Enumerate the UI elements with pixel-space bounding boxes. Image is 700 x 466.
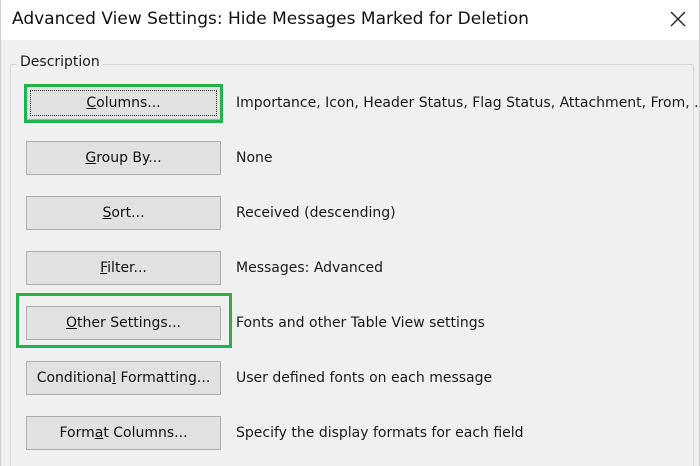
conditional-formatting-description: User defined fonts on each message	[236, 370, 493, 386]
format-columns-row: Format Columns... Specify the display fo…	[26, 416, 686, 450]
group-by-row: Group By... None	[26, 141, 686, 175]
sort-button[interactable]: Sort...	[26, 196, 221, 230]
description-group-label: Description	[17, 54, 103, 70]
sort-description: Received (descending)	[236, 205, 396, 221]
other-settings-row: Other Settings... Fonts and other Table …	[26, 306, 686, 340]
group-by-button[interactable]: Group By...	[26, 141, 221, 175]
sort-row: Sort... Received (descending)	[26, 196, 686, 230]
conditional-formatting-row: Conditional Formatting... User defined f…	[26, 361, 686, 395]
filter-description: Messages: Advanced	[236, 260, 383, 276]
conditional-formatting-button[interactable]: Conditional Formatting...	[26, 361, 221, 395]
columns-row: Columns... Importance, Icon, Header Stat…	[26, 86, 700, 120]
columns-description: Importance, Icon, Header Status, Flag St…	[236, 95, 700, 111]
title-bar: Advanced View Settings: Hide Messages Ma…	[1, 0, 699, 40]
advanced-view-settings-dialog: Advanced View Settings: Hide Messages Ma…	[0, 0, 700, 466]
filter-button[interactable]: Filter...	[26, 251, 221, 285]
group-by-description: None	[236, 150, 273, 166]
other-settings-button[interactable]: Other Settings...	[26, 306, 221, 340]
close-icon	[670, 11, 686, 27]
filter-row: Filter... Messages: Advanced	[26, 251, 686, 285]
format-columns-description: Specify the display formats for each fie…	[236, 425, 524, 441]
other-settings-description: Fonts and other Table View settings	[236, 315, 485, 331]
close-button[interactable]	[661, 2, 695, 36]
format-columns-button[interactable]: Format Columns...	[26, 416, 221, 450]
columns-button[interactable]: Columns...	[26, 86, 221, 120]
dialog-title: Advanced View Settings: Hide Messages Ma…	[12, 9, 529, 29]
